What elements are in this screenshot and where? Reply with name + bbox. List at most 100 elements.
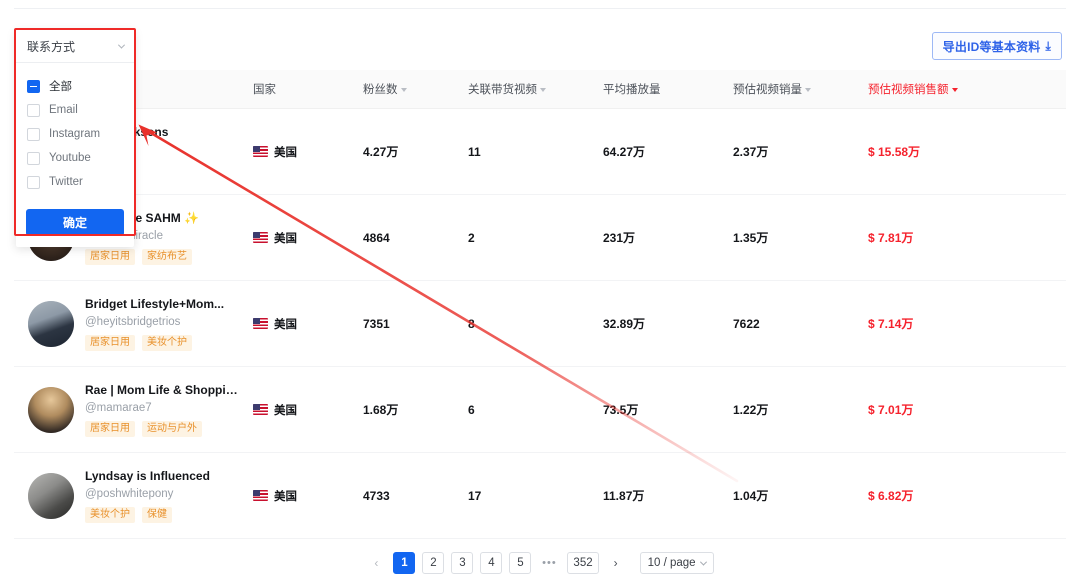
contact-option-label: Email: [49, 104, 78, 116]
est-sales-cell: 1.35万: [719, 229, 854, 247]
table-row[interactable]: Rae | Mom Life & Shopping @mamarae7 居家日用…: [14, 367, 1066, 453]
contact-option-email[interactable]: Email: [16, 98, 134, 122]
checkbox-unchecked-icon[interactable]: [27, 175, 40, 189]
page-size-selector[interactable]: 10 / page: [639, 552, 714, 574]
category-tag: 保健: [142, 506, 172, 523]
table-row[interactable]: First Time SAHM ✨ msandamiracle 居家日用 家纺布…: [14, 195, 1066, 281]
column-header-linked-videos[interactable]: 关联带货视频: [454, 81, 589, 97]
sort-desc-icon[interactable]: [540, 88, 546, 92]
dropdown-confirm-button[interactable]: 确定: [26, 209, 124, 236]
followers-cell: 1.68万: [349, 401, 454, 419]
country-cell: 美国: [239, 402, 349, 418]
followers-value: 4733: [363, 488, 390, 503]
pagination-last-page[interactable]: 352: [567, 552, 599, 574]
category-tag: 美妆个护: [85, 506, 135, 523]
checkbox-indeterminate-icon[interactable]: [27, 79, 40, 93]
est-sales-value: 1.22万: [733, 402, 769, 417]
influencer-cell[interactable]: Bridget Lifestyle+Mom... @heyitsbridgetr…: [14, 297, 239, 351]
influencer-cell[interactable]: Lyndsay is Influenced @poshwhitepony 美妆个…: [14, 469, 239, 523]
linked-videos-value: 17: [468, 488, 482, 503]
category-tag: 家纺布艺: [142, 248, 192, 265]
influencer-handle: @heyitsbridgetrios: [85, 315, 181, 328]
export-basic-info-button[interactable]: 导出ID等基本资料 ⤓: [931, 32, 1062, 60]
sort-desc-icon[interactable]: [805, 88, 811, 92]
column-header-country: 国家: [253, 84, 276, 96]
pagination-page-2[interactable]: 2: [422, 552, 445, 574]
contact-option-all[interactable]: 全部: [16, 74, 134, 98]
influencer-handle: @poshwhitepony: [85, 487, 174, 500]
contact-option-label: 全部: [49, 81, 72, 93]
contact-method-dropdown-trigger[interactable]: 联系方式: [16, 30, 134, 63]
linked-videos-value: 2: [468, 230, 475, 245]
pagination-page-3[interactable]: 3: [451, 552, 474, 574]
avg-plays-cell: 64.27万: [589, 143, 719, 161]
linked-videos-value: 11: [468, 144, 481, 159]
us-flag-icon: [253, 318, 268, 329]
contact-option-youtube[interactable]: Youtube: [16, 146, 134, 170]
category-tag: 美妆个护: [142, 334, 192, 351]
est-sales-cell: 7622: [719, 315, 854, 333]
est-sales-cell: 1.04万: [719, 487, 854, 505]
chevron-down-icon: [699, 558, 707, 566]
category-tags: 居家日用 运动与户外: [85, 420, 239, 437]
checkbox-unchecked-icon[interactable]: [27, 103, 40, 117]
checkbox-unchecked-icon[interactable]: [27, 127, 40, 141]
avg-plays-value: 73.5万: [603, 402, 639, 417]
linked-videos-cell: 11: [454, 143, 589, 161]
est-sales-value: 1.35万: [733, 230, 769, 245]
column-header-est-video-sales[interactable]: 预估视频销量: [719, 81, 854, 97]
checkbox-unchecked-icon[interactable]: [27, 151, 40, 165]
influencer-name: Lyndsay is Influenced: [85, 468, 210, 483]
est-gmv-cell: $ 6.82万: [854, 487, 984, 505]
country-name: 美国: [274, 232, 297, 245]
us-flag-icon: [253, 490, 268, 501]
pagination-prev-button[interactable]: ‹: [366, 552, 386, 574]
est-gmv-value: $ 7.01万: [868, 402, 914, 417]
column-header-followers[interactable]: 粉丝数: [349, 81, 454, 97]
export-button-label: 导出ID等基本资料: [942, 39, 1041, 54]
contact-option-twitter[interactable]: Twitter: [16, 170, 134, 194]
contact-option-label: Twitter: [49, 176, 83, 188]
pagination-page-4[interactable]: 4: [480, 552, 503, 574]
chevron-down-icon: [117, 41, 126, 49]
avg-plays-value: 64.27万: [603, 144, 646, 159]
influencer-name: Rae | Mom Life & Shopping: [85, 382, 239, 397]
followers-value: 4.27万: [363, 144, 399, 159]
table-row[interactable]: Lyndsay is Influenced @poshwhitepony 美妆个…: [14, 453, 1066, 539]
avg-plays-value: 231万: [603, 230, 636, 245]
contact-method-options: 全部 Email Instagram Youtube Twitter: [16, 63, 134, 200]
us-flag-icon: [253, 404, 268, 415]
table-header-row: 国家 粉丝数 关联带货视频 平均播放量 预估视频销量 预估视频销售额: [14, 70, 1066, 109]
sort-desc-icon[interactable]: [951, 88, 958, 92]
pagination-page-5[interactable]: 5: [509, 552, 532, 574]
contact-option-label: Youtube: [49, 152, 91, 164]
table-row[interactable]: rney Jacksons _jacksons 保健 美国 4.27万 11 6…: [14, 109, 1066, 195]
avg-plays-cell: 231万: [589, 229, 719, 247]
column-header-est-video-gmv[interactable]: 预估视频销售额: [854, 81, 984, 97]
contact-method-label: 联系方式: [27, 39, 76, 54]
contact-option-instagram[interactable]: Instagram: [16, 122, 134, 146]
contact-method-dropdown[interactable]: 联系方式 全部 Email Instagram Youtube Twitter …: [16, 30, 134, 247]
category-tags: 居家日用 家纺布艺: [85, 248, 199, 265]
influencer-table: 国家 粉丝数 关联带货视频 平均播放量 预估视频销量 预估视频销售额 Jacks…: [14, 70, 1066, 539]
pagination-next-button[interactable]: ›: [606, 552, 626, 574]
table-row[interactable]: Bridget Lifestyle+Mom... @heyitsbridgetr…: [14, 281, 1066, 367]
linked-videos-cell: 8: [454, 315, 589, 333]
category-tags: 居家日用 美妆个护: [85, 334, 224, 351]
country-cell: 美国: [239, 144, 349, 160]
category-tags: 美妆个护 保健: [85, 506, 210, 523]
est-gmv-value: $ 7.14万: [868, 316, 914, 331]
linked-videos-cell: 17: [454, 487, 589, 505]
est-gmv-value: $ 15.58万: [868, 144, 921, 159]
est-sales-value: 2.37万: [733, 144, 769, 159]
category-tag: 居家日用: [85, 420, 135, 437]
followers-cell: 4733: [349, 487, 454, 505]
followers-value: 7351: [363, 316, 390, 331]
country-name: 美国: [274, 490, 297, 503]
est-gmv-value: $ 7.81万: [868, 230, 914, 245]
followers-cell: 4.27万: [349, 143, 454, 161]
pagination-page-1[interactable]: 1: [393, 552, 416, 574]
sort-desc-icon[interactable]: [400, 88, 407, 92]
pagination-ellipsis[interactable]: •••: [538, 552, 560, 574]
influencer-cell[interactable]: Rae | Mom Life & Shopping @mamarae7 居家日用…: [14, 383, 239, 437]
